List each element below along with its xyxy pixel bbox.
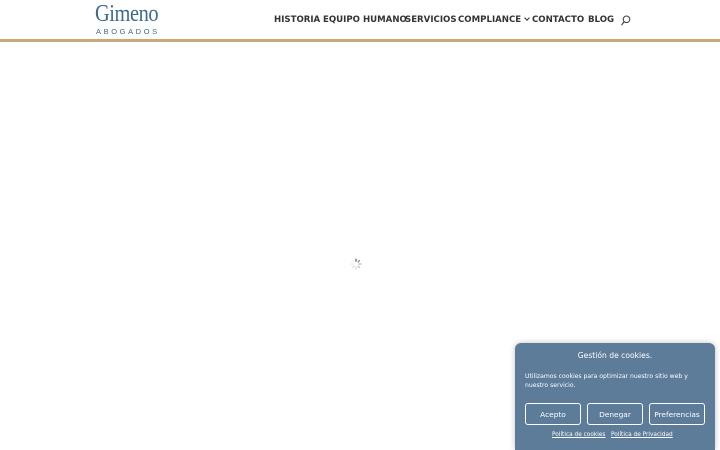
nav-item-historia[interactable]: HISTORIA (274, 14, 320, 26)
logo-wordmark: Gimeno (95, 1, 159, 27)
cookie-banner: Gestión de cookies. Utilizamos cookies p… (515, 343, 715, 450)
chevron-down-icon (524, 15, 531, 21)
cookie-banner-message: Utilizamos cookies para optimizar nuestr… (525, 373, 688, 389)
nav-item-equipo-humano[interactable]: EQUIPO HUMANO (323, 14, 407, 26)
deny-cookies-button[interactable]: Denegar (587, 403, 643, 425)
spinner-icon (350, 258, 362, 270)
nav-item-compliance-label: COMPLIANCE (458, 15, 522, 25)
nav-item-compliance[interactable]: COMPLIANCE (458, 14, 531, 26)
nav-item-servicios[interactable]: SERVICIOS (405, 14, 457, 26)
cookie-preferences-button[interactable]: Preferencias (649, 403, 705, 425)
site-logo[interactable]: Gimeno ABOGADOS (95, 2, 163, 38)
search-icon[interactable] (621, 15, 631, 26)
cookie-policy-link[interactable]: Política de cookies (552, 432, 605, 438)
nav-item-contacto[interactable]: CONTACTO (532, 14, 584, 26)
cookie-banner-title: Gestión de cookies. (577, 351, 653, 360)
logo-subtitle: ABOGADOS (96, 27, 160, 36)
accept-cookies-button[interactable]: Acepto (525, 403, 581, 425)
nav-item-blog[interactable]: BLOG (588, 14, 614, 26)
privacy-policy-link[interactable]: Política de Privacidad (611, 432, 673, 438)
site-header: Gimeno ABOGADOS HISTORIA EQUIPO HUMANO S… (0, 0, 720, 40)
header-divider (0, 39, 720, 42)
